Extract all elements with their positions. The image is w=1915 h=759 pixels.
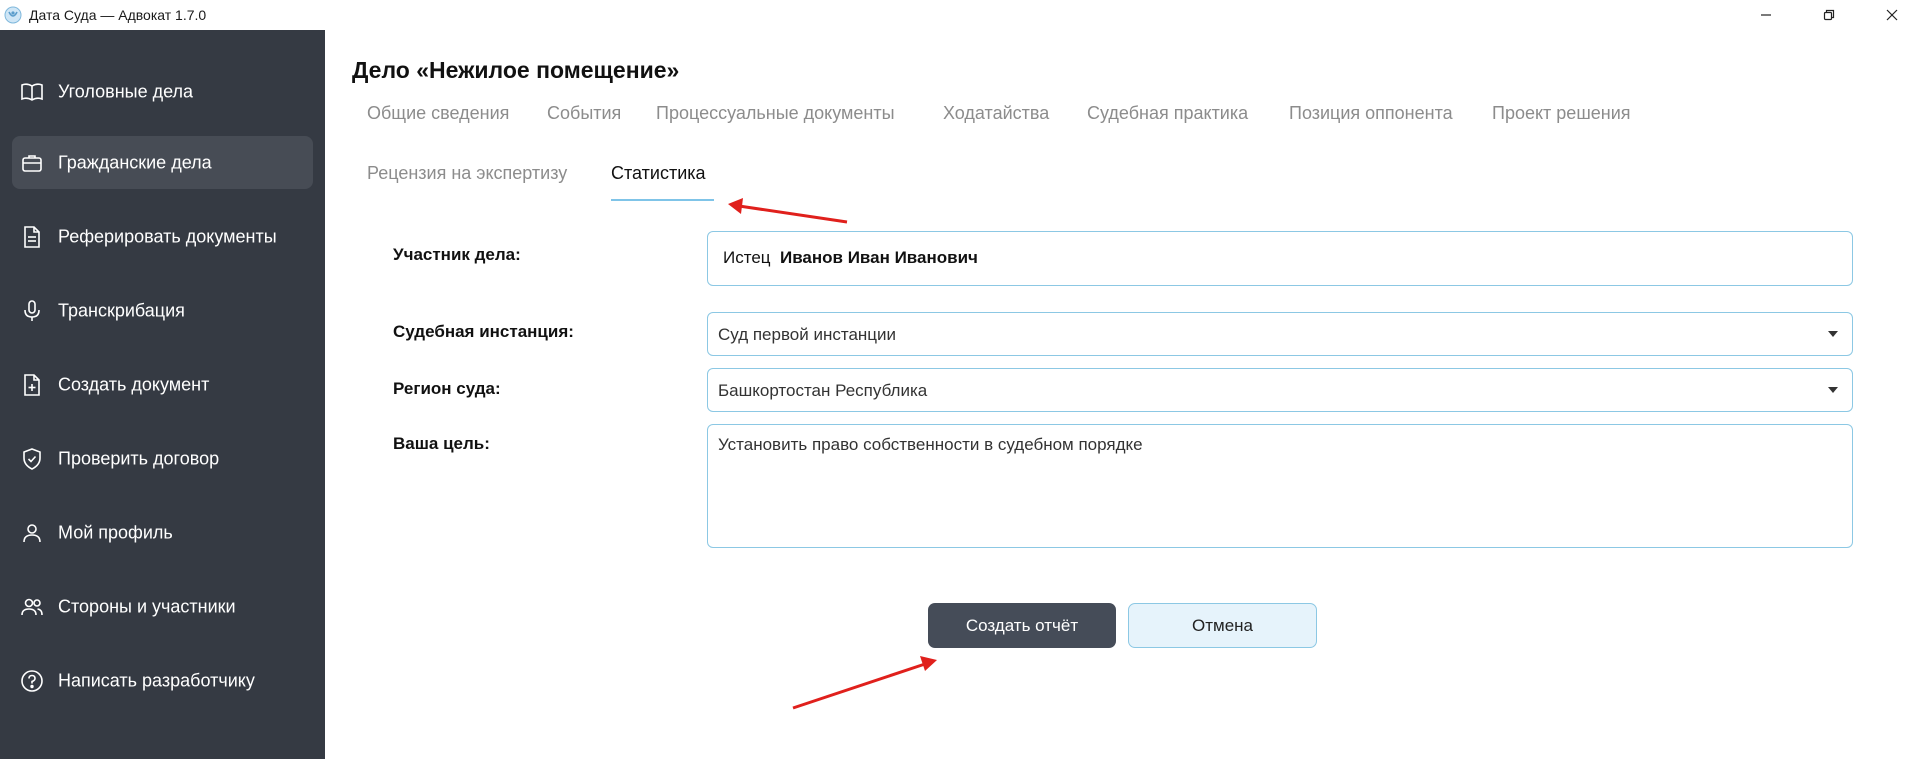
sidebar-item-label: Написать разработчику — [58, 670, 255, 690]
court-region-label: Регион суда: — [393, 379, 501, 398]
tab-statistics[interactable]: Статистика — [611, 163, 706, 184]
title-bar: Дата Суда — Адвокат 1.7.0 — [0, 0, 1915, 30]
close-button[interactable] — [1869, 0, 1915, 30]
sidebar-item-label: Создать документ — [58, 374, 210, 394]
users-icon — [19, 594, 45, 620]
app-logo-icon — [4, 6, 22, 24]
main-content: Дело «Нежилое помещение» Общие сведения … — [325, 30, 1915, 759]
court-region-value: Башкортостан Республика — [718, 381, 928, 400]
goal-label: Ваша цель: — [393, 434, 490, 453]
sidebar-item-my-profile[interactable]: Мой профиль — [12, 506, 313, 559]
document-plus-icon — [19, 372, 45, 398]
annotation-arrow-button — [792, 656, 937, 710]
tab-draft-decision[interactable]: Проект решения — [1492, 103, 1631, 124]
sidebar-item-create-document[interactable]: Создать документ — [12, 358, 313, 411]
annotation-arrow-tab — [728, 198, 848, 224]
close-icon — [1886, 9, 1898, 21]
sidebar-item-label: Мой профиль — [58, 522, 173, 542]
restore-icon — [1823, 9, 1835, 21]
sidebar: Уголовные дела Гражданские дела Рефериро… — [0, 30, 325, 759]
sidebar-item-transcription[interactable]: Транскрибация — [12, 284, 313, 337]
sidebar-item-contact-developer[interactable]: Написать разработчику — [12, 654, 313, 707]
tab-case-law[interactable]: Судебная практика — [1087, 103, 1248, 124]
restore-button[interactable] — [1806, 0, 1852, 30]
court-instance-value: Суд первой инстанции — [718, 325, 897, 344]
sidebar-item-label: Стороны и участники — [58, 596, 236, 616]
user-icon — [19, 520, 45, 546]
court-region-select[interactable]: Башкортостан Республика — [707, 368, 1853, 412]
sidebar-item-civil-cases[interactable]: Гражданские дела — [12, 136, 313, 189]
court-instance-select[interactable]: Суд первой инстанции — [707, 312, 1853, 356]
sidebar-item-label: Уголовные дела — [58, 81, 194, 101]
create-report-button[interactable]: Создать отчёт — [928, 603, 1116, 648]
sidebar-item-parties-participants[interactable]: Стороны и участники — [12, 580, 313, 633]
court-instance-label: Судебная инстанция: — [393, 322, 574, 341]
active-tab-indicator — [611, 199, 714, 201]
dropdown-arrow-icon — [1828, 387, 1838, 393]
question-circle-icon — [19, 668, 45, 694]
book-icon — [19, 79, 45, 105]
participant-value: Истец Иванов Иван Иванович — [723, 248, 978, 268]
tab-events[interactable]: События — [547, 103, 621, 124]
shield-check-icon — [19, 446, 45, 472]
sidebar-item-label: Гражданские дела — [58, 152, 212, 172]
sidebar-item-label: Реферировать документы — [58, 226, 277, 246]
microphone-icon — [19, 298, 45, 324]
briefcase-icon — [19, 150, 45, 176]
sidebar-item-check-contract[interactable]: Проверить договор — [12, 432, 313, 485]
tab-expertise-review[interactable]: Рецензия на экспертизу — [367, 163, 567, 184]
window-title: Дата Суда — Адвокат 1.7.0 — [29, 7, 207, 23]
sidebar-item-label: Транскрибация — [58, 300, 185, 320]
minimize-button[interactable] — [1743, 0, 1789, 30]
tab-general-info[interactable]: Общие сведения — [367, 103, 509, 124]
participant-field[interactable]: Истец Иванов Иван Иванович — [707, 231, 1853, 286]
tab-opponent-position[interactable]: Позиция оппонента — [1289, 103, 1453, 124]
document-lines-icon — [19, 224, 45, 250]
page-title: Дело «Нежилое помещение» — [352, 57, 680, 83]
goal-textarea[interactable]: Установить право собственности в судебно… — [707, 424, 1853, 548]
minimize-icon — [1760, 9, 1772, 21]
sidebar-item-summarize-documents[interactable]: Реферировать документы — [12, 210, 313, 263]
participant-name: Иванов Иван Иванович — [779, 248, 978, 267]
tab-motions[interactable]: Ходатайства — [943, 103, 1049, 124]
tab-procedural-documents[interactable]: Процессуальные документы — [656, 103, 895, 124]
sidebar-item-criminal-cases[interactable]: Уголовные дела — [12, 65, 313, 118]
participant-role: Истец — [723, 248, 771, 267]
participant-label: Участник дела: — [393, 245, 521, 264]
sidebar-item-label: Проверить договор — [58, 448, 220, 468]
goal-value: Установить право собственности в судебно… — [718, 435, 1143, 454]
cancel-button[interactable]: Отмена — [1128, 603, 1317, 648]
dropdown-arrow-icon — [1828, 331, 1838, 337]
